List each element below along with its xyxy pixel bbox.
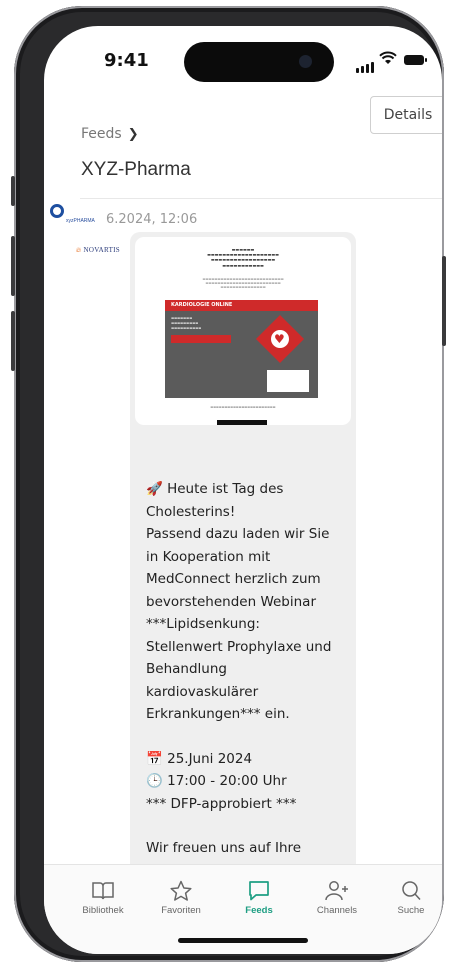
volume-up-button bbox=[11, 236, 15, 296]
message-text: 🚀 Heute ist Tag des Cholesterins! Passen… bbox=[146, 478, 351, 860]
search-icon bbox=[376, 880, 442, 902]
screen: 9:41 Feeds ❯ Details XYZ-Pharma xyzPHARMA… bbox=[44, 26, 442, 954]
tab-label: Feeds bbox=[245, 905, 273, 916]
message-line: Behandlung bbox=[146, 661, 227, 677]
invitation-image[interactable]: ▬▬▬▬▬▬ ▬▬▬▬▬▬▬▬▬▬▬▬▬▬▬▬▬▬▬ ▬▬▬▬▬▬▬▬▬▬▬▬▬▬▬… bbox=[135, 237, 351, 425]
message-line: Cholesterins! bbox=[146, 503, 236, 520]
action-button bbox=[11, 176, 15, 206]
volume-down-button bbox=[11, 311, 15, 371]
invitation-heading-lines: ▬▬▬▬▬▬ ▬▬▬▬▬▬▬▬▬▬▬▬▬▬▬▬▬▬▬ ▬▬▬▬▬▬▬▬▬▬▬▬▬▬▬… bbox=[207, 247, 279, 268]
tab-label: Favoriten bbox=[161, 905, 201, 916]
power-button bbox=[442, 256, 446, 346]
tab-label: Suche bbox=[397, 905, 425, 916]
event-time: 🕒 17:00 - 20:00 Uhr bbox=[146, 773, 287, 789]
breadcrumb-label: Feeds bbox=[81, 126, 122, 142]
status-bar: 9:41 bbox=[44, 26, 442, 82]
message-line: bevorstehenden Webinar bbox=[146, 593, 317, 610]
heart-icon: ♥ bbox=[274, 332, 285, 346]
sponsor-logo: 🔥︎ NOVARTIS bbox=[76, 246, 120, 255]
tab-label: Bibliothek bbox=[82, 905, 124, 916]
message-line: Passend dazu laden wir Sie bbox=[146, 526, 330, 542]
sender-logo-icon[interactable] bbox=[50, 204, 64, 218]
banner-text-lines: ▬▬▬▬▬▬▬ ▬▬▬▬▬▬▬▬▬ ▬▬▬▬▬▬▬▬▬▬ bbox=[171, 316, 202, 330]
message-line: 🚀 Heute ist Tag des bbox=[146, 481, 284, 497]
message-line: ***Lipidsenkung: bbox=[146, 616, 260, 632]
event-date: 📅 25.Juni 2024 bbox=[146, 750, 253, 767]
flame-icon: 🔥︎ bbox=[76, 246, 82, 254]
message-line: in Kooperation mit bbox=[146, 548, 271, 565]
webinar-banner: KARDIOLOGIE ONLINE ▬▬▬▬▬▬▬ ▬▬▬▬▬▬▬▬▬ ▬▬▬▬▬… bbox=[165, 300, 318, 398]
book-icon bbox=[68, 880, 138, 902]
status-time: 9:41 bbox=[104, 50, 149, 71]
home-indicator[interactable] bbox=[178, 938, 308, 943]
banner-highlight bbox=[171, 335, 231, 343]
banner-title: KARDIOLOGIE ONLINE bbox=[165, 300, 318, 311]
add-person-icon bbox=[302, 880, 372, 902]
register-button[interactable] bbox=[217, 420, 267, 425]
closing-line: Wir freuen uns auf Ihre bbox=[146, 840, 302, 856]
chevron-right-icon: ❯ bbox=[127, 127, 139, 142]
sponsor-label: NOVARTIS bbox=[83, 246, 120, 254]
message-line: Stellenwert Prophylaxe und bbox=[146, 638, 332, 655]
message-line: Erkrankungen*** ein. bbox=[146, 706, 290, 722]
tab-favoriten[interactable]: Favoriten bbox=[146, 865, 216, 916]
tab-suche[interactable]: Suche bbox=[376, 865, 442, 916]
battery-icon bbox=[404, 55, 427, 65]
invitation-footer-lines: ▬▬▬▬▬▬▬▬▬▬▬▬▬▬▬▬▬▬▬▬▬▬▬ bbox=[210, 405, 276, 409]
star-icon bbox=[146, 880, 216, 902]
invitation-body-lines: ▬▬▬▬▬▬▬▬▬▬▬▬▬▬▬▬▬▬▬▬▬▬▬▬▬▬▬ ▬▬▬▬▬▬▬▬▬▬▬▬▬… bbox=[202, 277, 284, 290]
message-line: MedConnect herzlich zum bbox=[146, 571, 321, 587]
camera-icon bbox=[299, 55, 312, 68]
event-note: *** DFP-approbiert *** bbox=[146, 795, 297, 812]
tab-channels[interactable]: Channels bbox=[302, 865, 372, 916]
post-date: 6.2024, 12:06 bbox=[106, 212, 198, 227]
chat-bubble-icon bbox=[224, 880, 294, 902]
sender-label: xyzPHARMA bbox=[66, 218, 95, 224]
dynamic-island bbox=[184, 42, 334, 82]
divider bbox=[80, 198, 442, 199]
tab-bibliothek[interactable]: Bibliothek bbox=[68, 865, 138, 916]
phone-frame: 9:41 Feeds ❯ Details XYZ-Pharma xyzPHARMA… bbox=[11, 6, 446, 962]
signal-icon bbox=[356, 54, 376, 73]
banner-info-box bbox=[267, 370, 309, 392]
tab-label: Channels bbox=[316, 905, 358, 916]
breadcrumb[interactable]: Feeds ❯ bbox=[81, 126, 139, 142]
tab-feeds[interactable]: Feeds bbox=[224, 865, 294, 916]
details-button[interactable]: Details bbox=[370, 96, 442, 134]
page-title: XYZ-Pharma bbox=[81, 159, 191, 180]
message-line: kardiovaskulärer bbox=[146, 683, 259, 700]
wifi-icon bbox=[379, 51, 397, 69]
message-bubble: ▬▬▬▬▬▬ ▬▬▬▬▬▬▬▬▬▬▬▬▬▬▬▬▬▬▬ ▬▬▬▬▬▬▬▬▬▬▬▬▬▬▬… bbox=[130, 232, 356, 882]
